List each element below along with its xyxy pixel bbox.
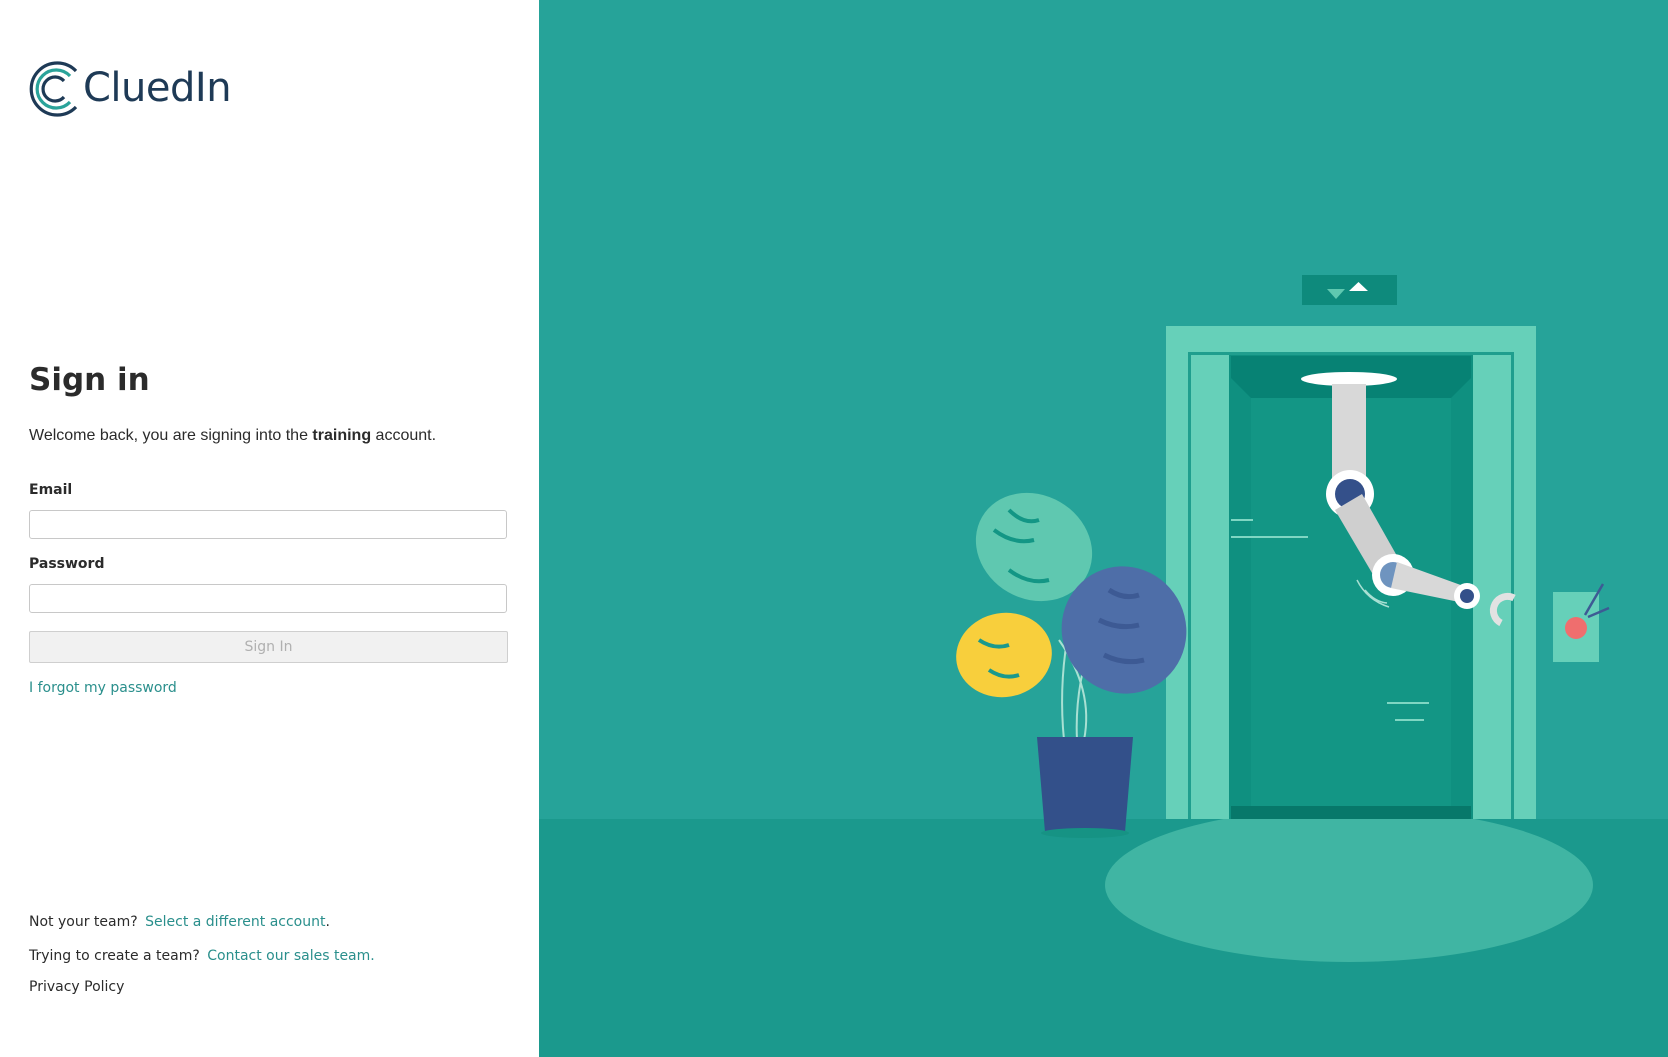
privacy-policy-link[interactable]: Privacy Policy — [29, 979, 124, 995]
password-field[interactable] — [29, 584, 507, 613]
elevator-threshold — [1231, 806, 1471, 819]
page-title: Sign in — [29, 362, 150, 398]
elevator-left-door — [1191, 355, 1229, 819]
create-team-line: Trying to create a team? Contact our sal… — [29, 948, 375, 964]
welcome-prefix: Welcome back, you are signing into the — [29, 427, 313, 444]
leaf-yellow — [956, 612, 1052, 698]
period: . — [325, 914, 330, 930]
brand-name: CluedIn — [83, 65, 232, 111]
email-label: Email — [29, 482, 73, 498]
signin-panel: CluedIn Sign in Welcome back, you are si… — [0, 0, 539, 1057]
arm-joint-3-core — [1460, 589, 1474, 603]
not-your-team-line: Not your team? Select a different accoun… — [29, 914, 330, 930]
welcome-suffix: account. — [371, 427, 437, 444]
call-button — [1565, 617, 1587, 639]
elevator-right-door — [1473, 355, 1511, 819]
brand-logo: CluedIn — [28, 58, 232, 120]
sign-in-button[interactable]: Sign In — [29, 631, 508, 663]
account-name: training — [312, 427, 372, 444]
elevator-robot-illustration — [539, 275, 1668, 1057]
hero-illustration — [539, 0, 1668, 1057]
welcome-message: Welcome back, you are signing into the t… — [29, 427, 436, 445]
elevator-indicator — [1302, 275, 1397, 305]
contact-sales-link[interactable]: Contact our sales team. — [207, 948, 374, 964]
not-team-text: Not your team? — [29, 914, 138, 930]
password-label: Password — [29, 556, 105, 572]
plant-pot — [1037, 737, 1133, 832]
forgot-password-link[interactable]: I forgot my password — [29, 680, 177, 696]
email-field[interactable] — [29, 510, 507, 539]
arm-mount — [1301, 372, 1397, 386]
select-account-link[interactable]: Select a different account — [145, 914, 325, 930]
floor-spotlight — [1105, 808, 1593, 962]
cluedin-logo-icon — [29, 61, 78, 117]
create-team-text: Trying to create a team? — [29, 948, 200, 964]
